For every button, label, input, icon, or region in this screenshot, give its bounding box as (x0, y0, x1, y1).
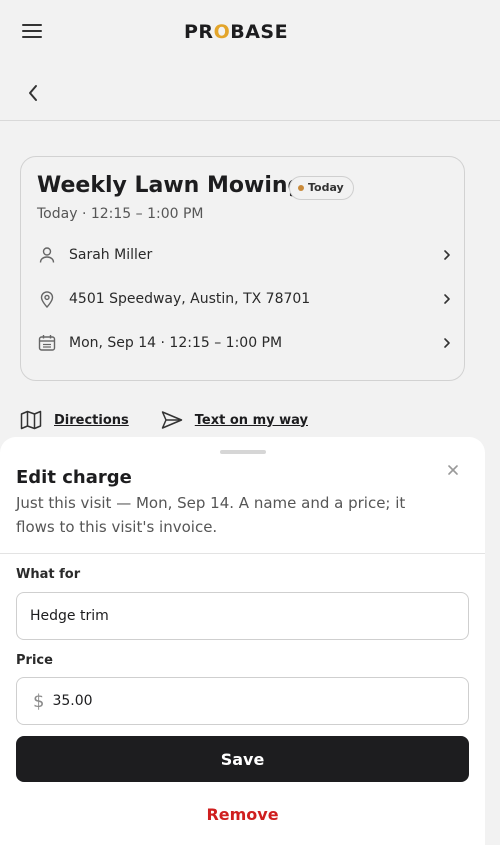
divider (0, 553, 485, 554)
sheet-title: Edit charge (16, 467, 132, 488)
what-for-input[interactable] (30, 608, 468, 624)
calendar-icon (37, 333, 57, 353)
sheet-drag-handle[interactable] (220, 450, 266, 454)
visit-actions: Directions Text on my way (20, 407, 340, 433)
visit-title: Weekly Lawn Mowing (37, 173, 304, 198)
remove-button[interactable]: Remove (0, 805, 485, 824)
schedule-row[interactable]: Mon, Sep 14 · 12:15 – 1:00 PM (37, 328, 452, 358)
visit-card: Weekly Lawn Mowing Today Today · 12:15 –… (20, 156, 465, 381)
price-field: $ (16, 677, 469, 725)
logo: PROBASE (184, 21, 289, 43)
sub-header (0, 64, 500, 121)
chevron-right-icon (444, 338, 450, 348)
customer-name: Sarah Miller (69, 247, 153, 263)
chevron-right-icon (444, 294, 450, 304)
map-icon (20, 410, 42, 430)
address-text: 4501 Speedway, Austin, TX 78701 (69, 291, 311, 307)
directions-label: Directions (54, 412, 129, 428)
close-icon[interactable] (446, 463, 460, 477)
save-button[interactable]: Save (16, 736, 469, 782)
menu-icon[interactable] (22, 24, 42, 40)
text-on-my-way-label: Text on my way (194, 412, 308, 428)
what-for-label: What for (16, 567, 81, 582)
customer-row[interactable]: Sarah Miller (37, 240, 452, 270)
back-chevron-icon[interactable] (26, 82, 40, 104)
person-icon (37, 245, 57, 265)
edit-charge-sheet: Edit charge Just this visit — Mon, Sep 1… (0, 437, 485, 845)
currency-symbol: $ (33, 690, 45, 712)
price-label: Price (16, 653, 53, 668)
send-icon (161, 411, 183, 429)
directions-link[interactable]: Directions (20, 410, 129, 430)
top-bar: PROBASE (0, 0, 500, 64)
price-input[interactable] (52, 693, 468, 709)
sheet-description: Just this visit — Mon, Sep 14. A name an… (16, 494, 406, 536)
visit-time-subtitle: Today · 12:15 – 1:00 PM (37, 206, 204, 222)
location-pin-icon (37, 289, 57, 309)
today-badge: Today (289, 176, 354, 200)
schedule-text: Mon, Sep 14 · 12:15 – 1:00 PM (69, 335, 283, 351)
address-row[interactable]: 4501 Speedway, Austin, TX 78701 (37, 284, 452, 314)
what-for-field (16, 592, 469, 640)
text-on-my-way-link[interactable]: Text on my way (161, 410, 308, 430)
chevron-right-icon (444, 250, 450, 260)
